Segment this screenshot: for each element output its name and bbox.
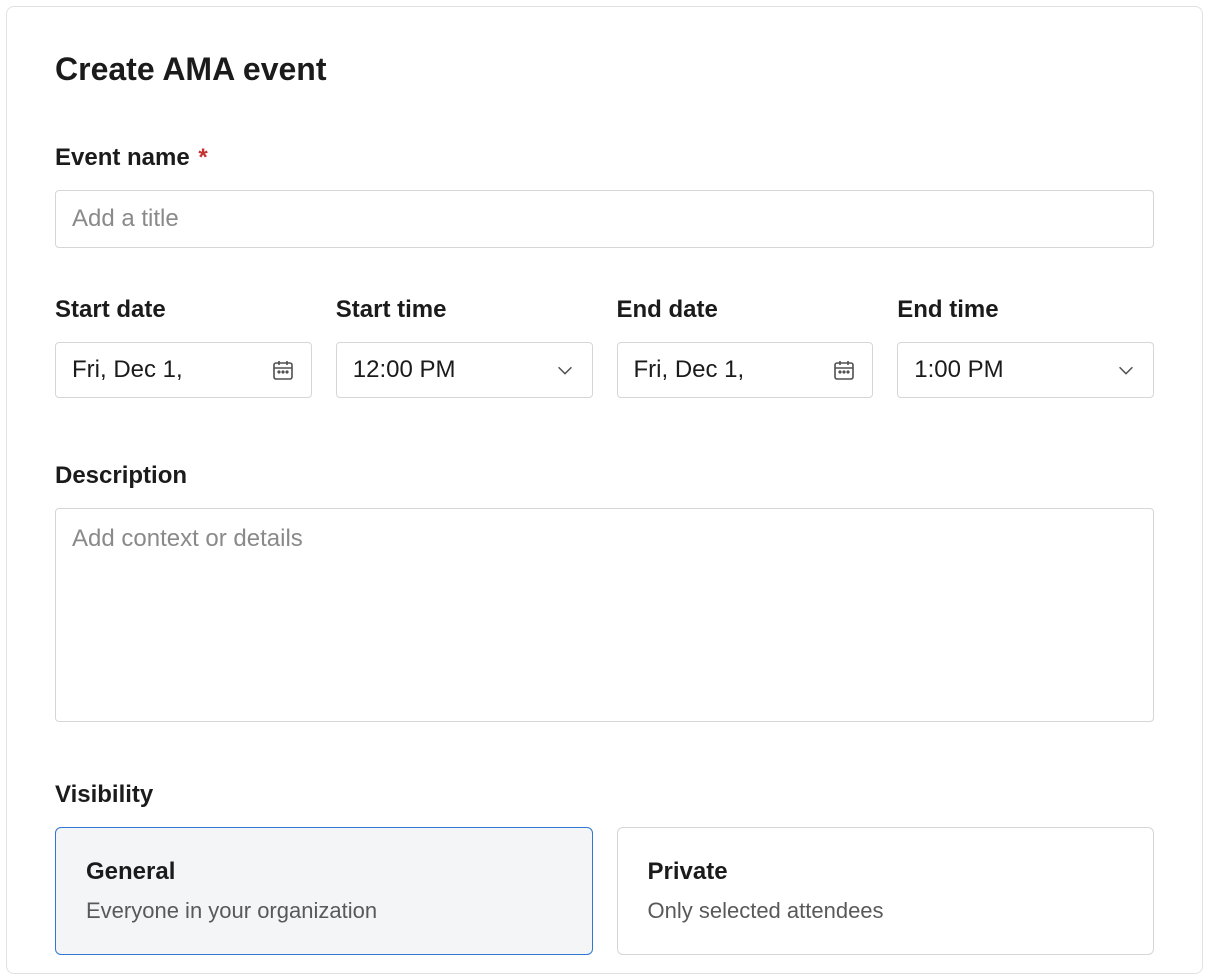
start-time-field: Start time 12:00 PM: [336, 296, 593, 398]
visibility-option-title: Private: [648, 858, 1124, 886]
visibility-option-private[interactable]: Private Only selected attendees: [617, 827, 1155, 955]
calendar-icon: [832, 358, 856, 382]
end-time-label: End time: [897, 296, 1154, 324]
datetime-row: Start date Fri, Dec 1, Start t: [55, 296, 1154, 398]
chevron-down-icon: [1115, 359, 1137, 381]
visibility-label: Visibility: [55, 781, 1154, 809]
calendar-icon: [271, 358, 295, 382]
start-time-value: 12:00 PM: [353, 356, 456, 384]
visibility-option-subtitle: Everyone in your organization: [86, 898, 562, 924]
end-date-label: End date: [617, 296, 874, 324]
end-date-value: Fri, Dec 1,: [634, 356, 745, 384]
end-time-value: 1:00 PM: [914, 356, 1003, 384]
event-name-field: Event name *: [55, 144, 1154, 248]
required-asterisk: *: [198, 144, 207, 171]
end-time-picker[interactable]: 1:00 PM: [897, 342, 1154, 398]
visibility-option-general[interactable]: General Everyone in your organization: [55, 827, 593, 955]
event-name-label-text: Event name: [55, 144, 190, 171]
event-name-input[interactable]: [55, 190, 1154, 248]
event-name-label: Event name *: [55, 144, 1154, 172]
start-date-picker[interactable]: Fri, Dec 1,: [55, 342, 312, 398]
page-title: Create AMA event: [55, 51, 1154, 88]
end-date-field: End date Fri, Dec 1,: [617, 296, 874, 398]
end-time-field: End time 1:00 PM: [897, 296, 1154, 398]
start-time-picker[interactable]: 12:00 PM: [336, 342, 593, 398]
start-date-field: Start date Fri, Dec 1,: [55, 296, 312, 398]
end-date-picker[interactable]: Fri, Dec 1,: [617, 342, 874, 398]
start-date-label: Start date: [55, 296, 312, 324]
visibility-field: Visibility General Everyone in your orga…: [55, 781, 1154, 955]
visibility-option-subtitle: Only selected attendees: [648, 898, 1124, 924]
description-label: Description: [55, 462, 1154, 490]
create-ama-event-form: Create AMA event Event name * Start date…: [6, 6, 1203, 974]
description-field: Description: [55, 462, 1154, 727]
visibility-option-title: General: [86, 858, 562, 886]
visibility-options: General Everyone in your organization Pr…: [55, 827, 1154, 955]
chevron-down-icon: [554, 359, 576, 381]
description-input[interactable]: [55, 508, 1154, 722]
start-date-value: Fri, Dec 1,: [72, 356, 183, 384]
start-time-label: Start time: [336, 296, 593, 324]
